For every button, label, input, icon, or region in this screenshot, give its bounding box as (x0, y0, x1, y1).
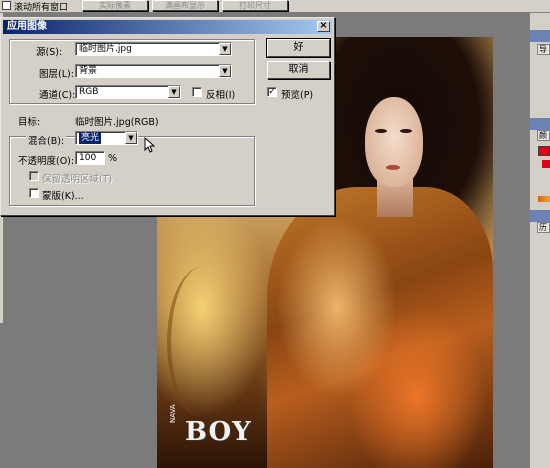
foreground-color-swatch[interactable] (538, 146, 550, 156)
history-tab[interactable]: 历 (537, 222, 550, 233)
left-eye (375, 129, 387, 133)
blending-value: 亮光 (79, 132, 102, 144)
actual-pixels-button[interactable]: 实际像素 (82, 0, 148, 11)
history-palette-titlebar[interactable] (530, 210, 550, 222)
channel-label: 通道(C): (39, 90, 76, 101)
color-ramp[interactable] (538, 196, 550, 202)
chevron-down-icon[interactable]: ▼ (168, 86, 180, 98)
chevron-down-icon[interactable]: ▼ (219, 43, 231, 55)
apply-image-dialog: 应用图像 × 源(S): 临时图片.jpg ▼ 图层(L): 背景 ▼ 通道(C… (0, 17, 335, 216)
opacity-input[interactable]: 100 (75, 151, 105, 165)
mask-label: 蒙版(K)... (42, 191, 84, 202)
scroll-all-windows-label: 滚动所有窗口 (14, 3, 69, 13)
branch-decoration (167, 267, 237, 417)
ok-button[interactable]: 好 (266, 38, 331, 58)
chevron-down-icon[interactable]: ▼ (219, 65, 231, 77)
color-palette-titlebar[interactable] (530, 118, 550, 130)
dialog-title: 应用图像 (7, 21, 47, 32)
blending-select[interactable]: 亮光 ▼ (75, 131, 138, 145)
robe-shape (267, 187, 493, 468)
watermark-logo: BOY (185, 417, 252, 447)
preserve-transparency-checkbox[interactable] (29, 171, 39, 181)
preview-label: 预览(P) (281, 90, 314, 101)
lips (386, 165, 400, 170)
preview-checkbox[interactable]: ✓ (267, 87, 277, 97)
layer-select[interactable]: 背景 ▼ (75, 64, 232, 78)
watermark-logo-small: NAVA (169, 404, 177, 423)
source-select[interactable]: 临时图片.jpg ▼ (75, 42, 232, 56)
cancel-button[interactable]: 取消 (267, 61, 330, 79)
options-bar: 滚动所有窗口 实际像素 满画布显示 打印尺寸 (0, 0, 550, 13)
preserve-transparency-label: 保留透明区域(T) (42, 174, 113, 185)
color-ramp-red[interactable] (542, 160, 550, 168)
target-value: 临时图片.jpg(RGB) (75, 117, 159, 128)
invert-label: 反相(I) (206, 90, 236, 101)
dialog-titlebar[interactable]: 应用图像 × (3, 20, 332, 34)
blending-label: 混合(B): (26, 133, 67, 147)
channel-value: RGB (79, 87, 99, 97)
source-label: 源(S): (36, 47, 63, 58)
source-value: 临时图片.jpg (79, 44, 132, 54)
scroll-all-windows-checkbox[interactable] (2, 1, 11, 10)
chevron-down-icon[interactable]: ▼ (125, 132, 137, 144)
target-label: 目标: (18, 117, 41, 128)
layer-value: 背景 (79, 66, 98, 76)
layer-label: 图层(L): (39, 69, 74, 80)
right-eye (400, 129, 412, 133)
mouse-cursor-icon (144, 137, 156, 153)
color-tab[interactable]: 颜 (537, 130, 550, 141)
right-palette-dock (529, 13, 550, 468)
navigator-tab[interactable]: 导 (537, 44, 550, 55)
close-icon[interactable]: × (317, 21, 330, 32)
opacity-label: 不透明度(O): (18, 156, 75, 167)
navigator-palette-titlebar[interactable] (530, 30, 550, 42)
channel-select[interactable]: RGB ▼ (75, 85, 181, 99)
print-size-button[interactable]: 打印尺寸 (222, 0, 288, 11)
opacity-unit: % (108, 153, 118, 164)
mask-checkbox[interactable] (29, 188, 39, 198)
fit-screen-button[interactable]: 满画布显示 (152, 0, 218, 11)
invert-checkbox[interactable] (192, 87, 202, 97)
face-shape (365, 97, 423, 187)
